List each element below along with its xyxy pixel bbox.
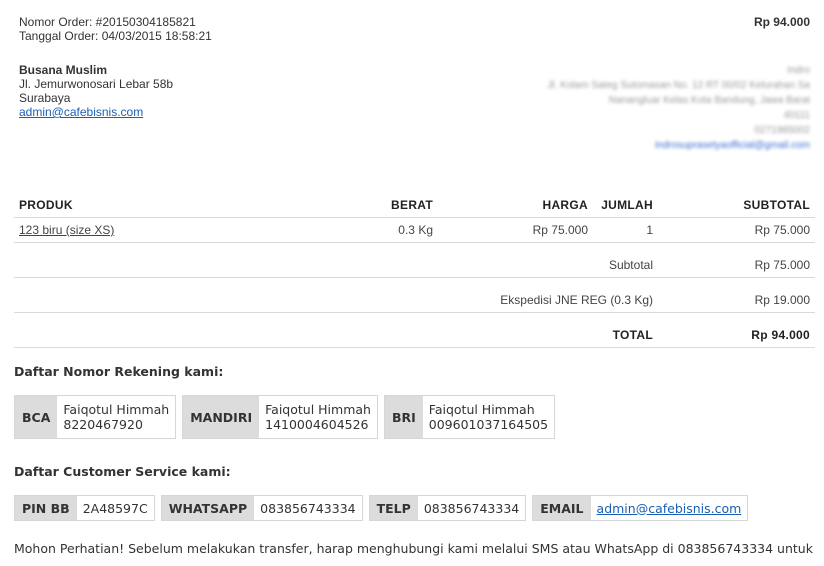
row-qty: 1	[646, 223, 653, 237]
bank-name: BRI	[384, 396, 423, 438]
account-number: 1410004604526	[265, 417, 369, 432]
bank-list: BCA Faiqotul Himmah 8220467920 MANDIRI F…	[14, 395, 556, 439]
store-postcode: 40111	[783, 110, 810, 121]
product-link[interactable]: 123 biru (size XS)	[19, 223, 114, 237]
subtotal-label: Subtotal	[608, 258, 653, 272]
row-weight: 0.3 Kg	[398, 223, 433, 237]
contact-label: EMAIL	[533, 496, 591, 520]
contact-value: 2A48597C	[82, 500, 148, 516]
contact-whatsapp: WHATSAPP 083856743334	[160, 495, 363, 521]
store-email[interactable]: indrosuprasetyaofficial@gmail.com	[547, 138, 810, 153]
bank-account: Faiqotul Himmah 8220467920	[57, 396, 175, 438]
contact-label: TELP	[369, 496, 418, 520]
divider	[14, 312, 815, 313]
customer-address: Jl. Jemurwonosari Lebar 58b	[19, 77, 174, 91]
contact-pinbb: PIN BB 2A48597C	[14, 495, 155, 521]
bank-name: MANDIRI	[183, 396, 260, 438]
transfer-note: Mohon Perhatian! Sebelum melakukan trans…	[14, 541, 813, 556]
contact-label: PIN BB	[15, 496, 77, 520]
store-name: Indro	[787, 65, 810, 76]
row-price: Rp 75.000	[532, 223, 588, 237]
customer-name: Busana Muslim	[19, 63, 108, 77]
contact-list: PIN BB 2A48597C WHATSAPP 083856743334 TE…	[14, 495, 749, 521]
bank-card-bri: BRI Faiqotul Himmah 009601037164505	[383, 395, 556, 439]
order-total-top: Rp 94.000	[753, 15, 810, 29]
account-holder: Faiqotul Himmah	[63, 402, 170, 417]
contact-value: 083856743334	[260, 500, 356, 516]
contact-value: 083856743334	[423, 500, 520, 516]
contact-telp: TELP 083856743334	[368, 495, 527, 521]
divider	[14, 277, 815, 278]
bank-name: BCA	[15, 396, 58, 438]
shipping-value: Rp 19.000	[754, 293, 810, 307]
bank-account: Faiqotul Himmah 1410004604526	[259, 396, 377, 438]
store-info-blurred: Indro Jl. Kolam Sateg Sutomasan No. 12 R…	[547, 63, 810, 153]
store-phone: 0271985002	[754, 125, 810, 136]
contact-label: WHATSAPP	[161, 496, 255, 520]
account-number: 8220467920	[63, 417, 143, 432]
contacts-heading: Daftar Customer Service kami:	[14, 464, 231, 479]
divider	[14, 217, 815, 218]
row-subtotal: Rp 75.000	[754, 223, 810, 237]
contact-email: EMAIL admin@cafebisnis.com	[532, 495, 749, 521]
contact-value-wrap: admin@cafebisnis.com	[591, 496, 748, 520]
divider	[14, 242, 815, 243]
shipping-label: Ekspedisi JNE REG (0.3 Kg)	[500, 293, 653, 307]
col-weight-header: BERAT	[391, 198, 433, 212]
order-date: Tanggal Order: 04/03/2015 18:58:21	[19, 29, 212, 43]
customer-email-link[interactable]: admin@cafebisnis.com	[19, 105, 143, 119]
account-number: 009601037164505	[428, 417, 549, 432]
subtotal-value: Rp 75.000	[754, 258, 810, 272]
col-qty-header: JUMLAH	[601, 198, 653, 212]
customer-city: Surabaya	[19, 91, 71, 105]
col-product-header: PRODUK	[19, 198, 73, 212]
col-subtotal-header: SUBTOTAL	[743, 198, 810, 212]
bank-card-mandiri: MANDIRI Faiqotul Himmah 1410004604526	[182, 395, 378, 439]
store-address: Jl. Kolam Sateg Sutomasan No. 12 RT 00/0…	[547, 80, 810, 91]
account-holder: Faiqotul Himmah	[265, 402, 371, 417]
total-value: Rp 94.000	[751, 328, 810, 342]
account-holder: Faiqotul Himmah	[428, 402, 535, 417]
total-label: TOTAL	[612, 328, 653, 342]
contact-email-link[interactable]: admin@cafebisnis.com	[597, 501, 742, 516]
store-region: Nanangluar Kelas Kota Bandung, Jawa Bara…	[608, 95, 810, 106]
divider	[14, 347, 815, 348]
order-number: Nomor Order: #20150304185821	[19, 15, 196, 29]
banks-heading: Daftar Nomor Rekening kami:	[14, 364, 224, 379]
bank-account: Faiqotul Himmah 009601037164505	[423, 396, 554, 438]
bank-card-bca: BCA Faiqotul Himmah 8220467920	[14, 395, 177, 439]
col-price-header: HARGA	[542, 198, 588, 212]
